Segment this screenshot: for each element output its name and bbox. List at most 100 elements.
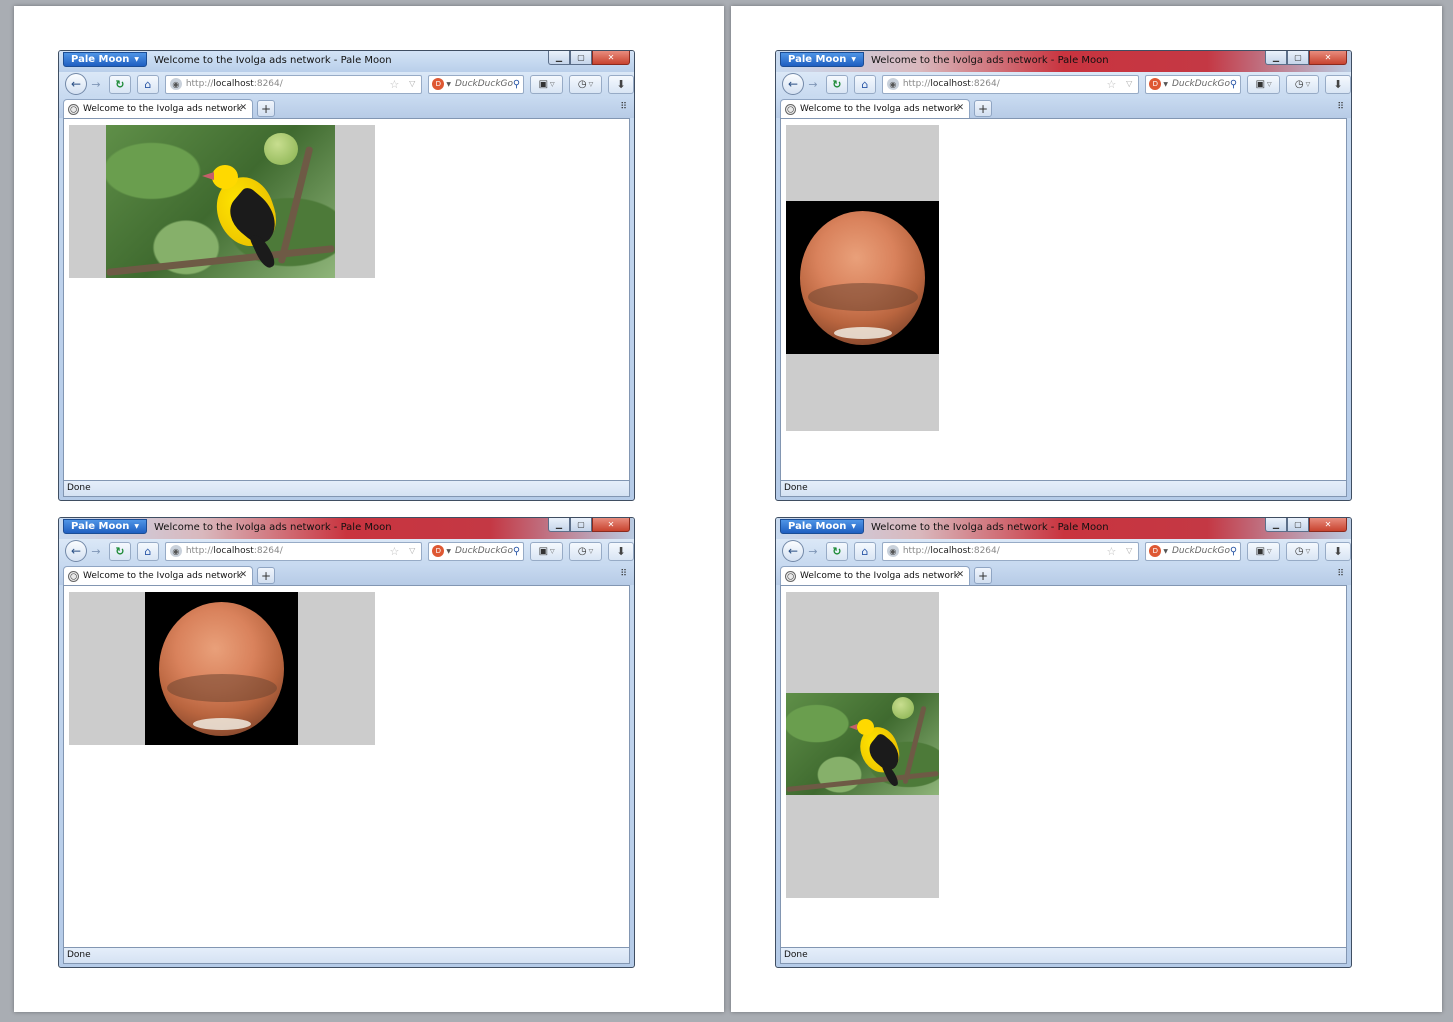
url-input[interactable]: ◉ http://localhost:8264/ ☆ ▽ bbox=[881, 541, 1140, 561]
star-icon[interactable]: ☆ bbox=[1106, 545, 1116, 558]
grip-icon[interactable]: ⠿ bbox=[620, 102, 627, 112]
tab-active[interactable]: ◯ Welcome to the Ivolga ads network ✕ bbox=[63, 566, 253, 585]
tab-active[interactable]: ◯ Welcome to the Ivolga ads network ✕ bbox=[780, 99, 970, 118]
site-identity-icon[interactable]: ◉ bbox=[886, 545, 899, 557]
url-input[interactable]: ◉ http://localhost:8264/ ☆ ▽ bbox=[164, 74, 423, 94]
forward-arrow-icon[interactable]: → bbox=[806, 545, 820, 558]
maximize-button[interactable]: ▢ bbox=[570, 518, 592, 532]
history-menu-button[interactable]: ◷ ▽ bbox=[569, 74, 603, 94]
star-icon[interactable]: ☆ bbox=[1106, 78, 1116, 91]
home-icon[interactable]: ⌂ bbox=[853, 541, 876, 561]
title-bar[interactable]: Pale Moon ▼ Welcome to the Ivolga ads net… bbox=[776, 51, 1351, 72]
mars-image[interactable] bbox=[145, 592, 298, 745]
ad-slot-landscape[interactable] bbox=[69, 592, 375, 745]
grip-icon[interactable]: ⠿ bbox=[620, 569, 627, 579]
reload-icon[interactable]: ↻ bbox=[108, 74, 131, 94]
duckduckgo-icon[interactable]: D bbox=[432, 545, 445, 557]
plus-icon[interactable]: + bbox=[257, 100, 275, 117]
search-input[interactable]: D ▼ DuckDuckGo ⚲ bbox=[428, 541, 525, 561]
ad-slot-portrait[interactable] bbox=[786, 125, 939, 431]
duckduckgo-icon[interactable]: D bbox=[1149, 78, 1162, 90]
mars-image[interactable] bbox=[786, 201, 939, 354]
maximize-button[interactable]: ▢ bbox=[1287, 51, 1309, 65]
bookmarks-menu-button[interactable]: ▣ ▽ bbox=[1247, 541, 1281, 561]
app-menu-button[interactable]: Pale Moon ▼ bbox=[780, 519, 864, 534]
plus-icon[interactable]: + bbox=[974, 567, 992, 584]
history-menu-button[interactable]: ◷ ▽ bbox=[569, 541, 603, 561]
download-icon[interactable]: ⬇ bbox=[608, 541, 634, 561]
golden-oriole-image[interactable] bbox=[106, 125, 335, 278]
golden-oriole-image[interactable] bbox=[786, 693, 939, 795]
maximize-button[interactable]: ▢ bbox=[570, 51, 592, 65]
grip-icon[interactable]: ⠿ bbox=[1337, 102, 1344, 112]
magnifier-icon[interactable]: ⚲ bbox=[513, 546, 520, 557]
site-identity-icon[interactable]: ◉ bbox=[169, 78, 182, 90]
close-button[interactable]: ✕ bbox=[592, 51, 630, 65]
history-menu-button[interactable]: ◷ ▽ bbox=[1286, 541, 1320, 561]
close-button[interactable]: ✕ bbox=[592, 518, 630, 532]
close-icon[interactable]: ✕ bbox=[956, 570, 964, 580]
minimize-button[interactable]: ▁ bbox=[1265, 51, 1287, 65]
tab-active[interactable]: ◯ Welcome to the Ivolga ads network ✕ bbox=[63, 99, 253, 118]
history-menu-button[interactable]: ◷ ▽ bbox=[1286, 74, 1320, 94]
ad-slot-portrait[interactable] bbox=[786, 592, 939, 898]
forward-arrow-icon[interactable]: → bbox=[89, 78, 103, 91]
title-bar[interactable]: Pale Moon ▼ Welcome to the Ivolga ads net… bbox=[59, 51, 634, 72]
minimize-button[interactable]: ▁ bbox=[548, 51, 570, 65]
back-arrow-icon[interactable]: ← bbox=[65, 73, 87, 95]
url-dropdown-icon[interactable]: ▽ bbox=[1126, 546, 1132, 555]
download-icon[interactable]: ⬇ bbox=[608, 74, 634, 94]
close-icon[interactable]: ✕ bbox=[956, 103, 964, 113]
home-icon[interactable]: ⌂ bbox=[853, 74, 876, 94]
url-dropdown-icon[interactable]: ▽ bbox=[1126, 79, 1132, 88]
maximize-button[interactable]: ▢ bbox=[1287, 518, 1309, 532]
minimize-button[interactable]: ▁ bbox=[548, 518, 570, 532]
plus-icon[interactable]: + bbox=[257, 567, 275, 584]
title-bar[interactable]: Pale Moon ▼ Welcome to the Ivolga ads net… bbox=[776, 518, 1351, 539]
bookmarks-menu-button[interactable]: ▣ ▽ bbox=[1247, 74, 1281, 94]
magnifier-icon[interactable]: ⚲ bbox=[513, 79, 520, 90]
url-dropdown-icon[interactable]: ▽ bbox=[409, 546, 415, 555]
forward-arrow-icon[interactable]: → bbox=[806, 78, 820, 91]
tab-active[interactable]: ◯ Welcome to the Ivolga ads network ✕ bbox=[780, 566, 970, 585]
search-input[interactable]: D ▼ DuckDuckGo ⚲ bbox=[1145, 74, 1242, 94]
close-button[interactable]: ✕ bbox=[1309, 518, 1347, 532]
minimize-button[interactable]: ▁ bbox=[1265, 518, 1287, 532]
back-arrow-icon[interactable]: ← bbox=[65, 540, 87, 562]
download-icon[interactable]: ⬇ bbox=[1325, 541, 1351, 561]
reload-icon[interactable]: ↻ bbox=[108, 541, 131, 561]
star-icon[interactable]: ☆ bbox=[389, 545, 399, 558]
app-menu-button[interactable]: Pale Moon ▼ bbox=[780, 52, 864, 67]
url-input[interactable]: ◉ http://localhost:8264/ ☆ ▽ bbox=[881, 74, 1140, 94]
duckduckgo-icon[interactable]: D bbox=[1149, 545, 1162, 557]
search-input[interactable]: D ▼ DuckDuckGo ⚲ bbox=[1145, 541, 1242, 561]
search-input[interactable]: D ▼ DuckDuckGo ⚲ bbox=[428, 74, 525, 94]
close-icon[interactable]: ✕ bbox=[239, 103, 247, 113]
reload-icon[interactable]: ↻ bbox=[825, 74, 848, 94]
back-arrow-icon[interactable]: ← bbox=[782, 73, 804, 95]
close-icon[interactable]: ✕ bbox=[239, 570, 247, 580]
app-menu-button[interactable]: Pale Moon ▼ bbox=[63, 519, 147, 534]
magnifier-icon[interactable]: ⚲ bbox=[1230, 546, 1237, 557]
magnifier-icon[interactable]: ⚲ bbox=[1230, 79, 1237, 90]
forward-arrow-icon[interactable]: → bbox=[89, 545, 103, 558]
site-identity-icon[interactable]: ◉ bbox=[886, 78, 899, 90]
reload-icon[interactable]: ↻ bbox=[825, 541, 848, 561]
app-menu-button[interactable]: Pale Moon ▼ bbox=[63, 52, 147, 67]
bookmarks-menu-button[interactable]: ▣ ▽ bbox=[530, 74, 564, 94]
close-button[interactable]: ✕ bbox=[1309, 51, 1347, 65]
home-icon[interactable]: ⌂ bbox=[136, 74, 159, 94]
back-arrow-icon[interactable]: ← bbox=[782, 540, 804, 562]
url-input[interactable]: ◉ http://localhost:8264/ ☆ ▽ bbox=[164, 541, 423, 561]
plus-icon[interactable]: + bbox=[974, 100, 992, 117]
download-icon[interactable]: ⬇ bbox=[1325, 74, 1351, 94]
bookmarks-menu-button[interactable]: ▣ ▽ bbox=[530, 541, 564, 561]
duckduckgo-icon[interactable]: D bbox=[432, 78, 445, 90]
ad-slot-landscape[interactable] bbox=[69, 125, 375, 278]
site-identity-icon[interactable]: ◉ bbox=[169, 545, 182, 557]
title-bar[interactable]: Pale Moon ▼ Welcome to the Ivolga ads net… bbox=[59, 518, 634, 539]
grip-icon[interactable]: ⠿ bbox=[1337, 569, 1344, 579]
home-icon[interactable]: ⌂ bbox=[136, 541, 159, 561]
url-dropdown-icon[interactable]: ▽ bbox=[409, 79, 415, 88]
star-icon[interactable]: ☆ bbox=[389, 78, 399, 91]
